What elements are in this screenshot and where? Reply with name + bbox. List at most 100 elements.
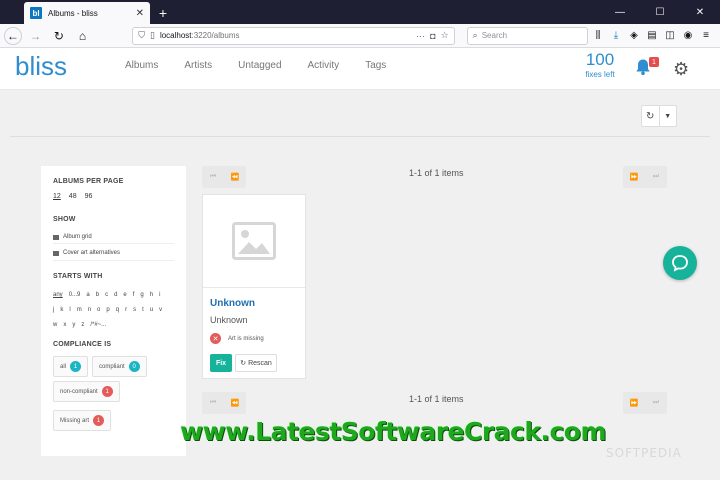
letter-filter-item[interactable]: k bbox=[60, 307, 63, 313]
pocket-icon[interactable]: ◘ bbox=[430, 31, 435, 41]
letter-filter-item[interactable]: z bbox=[81, 322, 84, 328]
per-page-12[interactable]: 12 bbox=[53, 193, 61, 200]
first-page-icon[interactable]: ⏮ bbox=[202, 166, 224, 188]
compliance-non-compliant[interactable]: non-compliant 1 bbox=[53, 381, 120, 402]
compliance-compliant[interactable]: compliant 0 bbox=[92, 356, 147, 377]
prev-page-icon[interactable]: ⏪ bbox=[224, 166, 246, 188]
letter-filter-item[interactable]: i bbox=[159, 292, 160, 298]
browser-navbar: ← → ↻ ⌂ ⛉ ▯ localhost:3220/albums ··· ◘ … bbox=[0, 24, 720, 48]
letter-filter-item[interactable]: d bbox=[114, 292, 117, 298]
nav-tags[interactable]: Tags bbox=[365, 60, 386, 71]
album-art-placeholder bbox=[203, 195, 305, 288]
compliance-heading: COMPLIANCE IS bbox=[53, 341, 112, 348]
chat-button[interactable] bbox=[663, 246, 697, 280]
chip-label: all bbox=[60, 363, 67, 370]
gear-icon[interactable]: ⚙ bbox=[673, 60, 689, 78]
fixes-left-counter[interactable]: 100 fixes left bbox=[583, 50, 617, 79]
page-info-icon[interactable]: ▯ bbox=[150, 30, 155, 41]
new-tab-icon[interactable]: + bbox=[152, 2, 174, 24]
sidebar-toggle-icon[interactable]: ◫ bbox=[664, 30, 676, 42]
chip-label: non-compliant bbox=[60, 388, 98, 395]
nav-artists[interactable]: Artists bbox=[184, 60, 212, 71]
letter-filter-item[interactable]: b bbox=[96, 292, 99, 298]
reload-icon[interactable]: ↻ bbox=[49, 26, 69, 46]
rescan-button[interactable]: ↻ Rescan bbox=[235, 354, 277, 372]
extension-shield-icon[interactable]: ◈ bbox=[628, 30, 640, 42]
letter-filter-item[interactable]: f bbox=[133, 292, 135, 298]
compliance-filters: all 1 compliant 0 non-compliant 1 Missin… bbox=[53, 356, 174, 431]
letter-filter-item[interactable]: u bbox=[150, 307, 153, 313]
prev-page-icon[interactable]: ⏪ bbox=[224, 392, 246, 414]
maximize-icon[interactable]: ☐ bbox=[640, 0, 680, 24]
letter-filter-item[interactable]: r bbox=[125, 307, 127, 313]
letter-filter-item[interactable]: 0...9 bbox=[69, 292, 81, 298]
shield-icon[interactable]: ⛉ bbox=[138, 30, 145, 41]
nav-untagged[interactable]: Untagged bbox=[238, 60, 281, 71]
url-bar[interactable]: ⛉ ▯ localhost:3220/albums ··· ◘ ☆ bbox=[132, 26, 455, 45]
letter-filter-item[interactable]: q bbox=[116, 307, 119, 313]
letter-filter-item[interactable]: a bbox=[86, 292, 89, 298]
fix-button[interactable]: Fix bbox=[210, 354, 232, 372]
letter-filter-item[interactable]: g bbox=[140, 292, 143, 298]
account-icon[interactable]: ◉ bbox=[682, 30, 694, 42]
more-actions-icon[interactable]: ··· bbox=[416, 31, 425, 41]
compliance-all[interactable]: all 1 bbox=[53, 356, 89, 377]
letter-filter-item[interactable]: n bbox=[88, 307, 91, 313]
url-text[interactable]: localhost:3220/albums bbox=[160, 31, 411, 40]
letter-filter-item[interactable]: s bbox=[133, 307, 136, 313]
letter-filter-item[interactable]: w bbox=[53, 322, 57, 328]
rescan-label: Rescan bbox=[248, 359, 272, 367]
letter-filter-item[interactable]: m bbox=[77, 307, 82, 313]
letter-filter-item[interactable]: c bbox=[105, 292, 108, 298]
per-page-48[interactable]: 48 bbox=[69, 193, 77, 200]
last-page-icon[interactable]: ⏭ bbox=[645, 166, 667, 188]
last-page-icon[interactable]: ⏭ bbox=[645, 392, 667, 414]
library-icon[interactable]: ⫼ bbox=[592, 30, 604, 42]
back-icon[interactable]: ← bbox=[4, 26, 22, 45]
letter-filter-item[interactable]: y bbox=[72, 322, 75, 328]
letter-filter-item[interactable]: h bbox=[150, 292, 153, 298]
letter-filter-item[interactable]: e bbox=[123, 292, 126, 298]
browser-tab[interactable]: bl Albums - bliss ✕ bbox=[24, 2, 150, 24]
download-icon[interactable]: ⤓ bbox=[610, 30, 622, 42]
softpedia-watermark: SOFTPEDIA bbox=[606, 446, 682, 460]
forward-icon[interactable]: → bbox=[26, 26, 46, 46]
album-card[interactable]: Unknown Unknown ✕ Art is missing Fix ↻ R… bbox=[202, 194, 306, 379]
bookmark-star-icon[interactable]: ☆ bbox=[441, 30, 449, 41]
chevron-down-icon[interactable]: ▼ bbox=[658, 106, 677, 126]
refresh-icon[interactable]: ↻ bbox=[642, 106, 659, 126]
pager-prev-group-top: ⏮ ⏪ bbox=[202, 166, 246, 188]
bliss-logo[interactable]: bliss bbox=[15, 51, 67, 82]
letter-filter-item[interactable]: /*#~... bbox=[90, 322, 106, 328]
minimize-icon[interactable]: — bbox=[600, 0, 640, 24]
search-bar[interactable]: ⌕ Search bbox=[466, 26, 589, 45]
per-page-96[interactable]: 96 bbox=[85, 193, 93, 200]
tab-close-icon[interactable]: ✕ bbox=[136, 8, 144, 19]
menu-icon[interactable]: ≡ bbox=[700, 30, 712, 42]
count-badge: 1 bbox=[101, 386, 113, 397]
browser-titlebar: bl Albums - bliss ✕ + — ☐ ✕ bbox=[0, 0, 720, 24]
home-icon[interactable]: ⌂ bbox=[73, 26, 93, 46]
letter-filter-item[interactable]: v bbox=[159, 307, 162, 313]
nav-albums[interactable]: Albums bbox=[125, 60, 158, 71]
reader-icon[interactable]: ▤ bbox=[646, 30, 658, 42]
fixes-label: fixes left bbox=[585, 70, 615, 79]
show-cover-art-alternatives[interactable]: Cover art alternatives bbox=[53, 243, 174, 261]
letter-filter-item[interactable]: t bbox=[142, 307, 144, 313]
pager-next-group-top: ⏩ ⏭ bbox=[623, 166, 667, 188]
album-title[interactable]: Unknown bbox=[210, 298, 255, 309]
list-icon bbox=[53, 250, 59, 256]
letter-filter-item[interactable]: any bbox=[53, 292, 63, 298]
first-page-icon[interactable]: ⏮ bbox=[202, 392, 224, 414]
compliance-missing-art[interactable]: Missing art 1 bbox=[53, 410, 112, 431]
next-page-icon[interactable]: ⏩ bbox=[623, 166, 645, 188]
letter-filter-item[interactable]: p bbox=[106, 307, 109, 313]
letter-filter-item[interactable]: x bbox=[63, 322, 66, 328]
nav-activity[interactable]: Activity bbox=[308, 60, 340, 71]
next-page-icon[interactable]: ⏩ bbox=[623, 392, 645, 414]
close-window-icon[interactable]: ✕ bbox=[680, 0, 720, 24]
letter-filter-item[interactable]: o bbox=[97, 307, 100, 313]
letter-filter-item[interactable]: j bbox=[53, 307, 54, 313]
show-album-grid[interactable]: Album grid bbox=[53, 231, 174, 243]
letter-filter-item[interactable]: l bbox=[69, 307, 70, 313]
